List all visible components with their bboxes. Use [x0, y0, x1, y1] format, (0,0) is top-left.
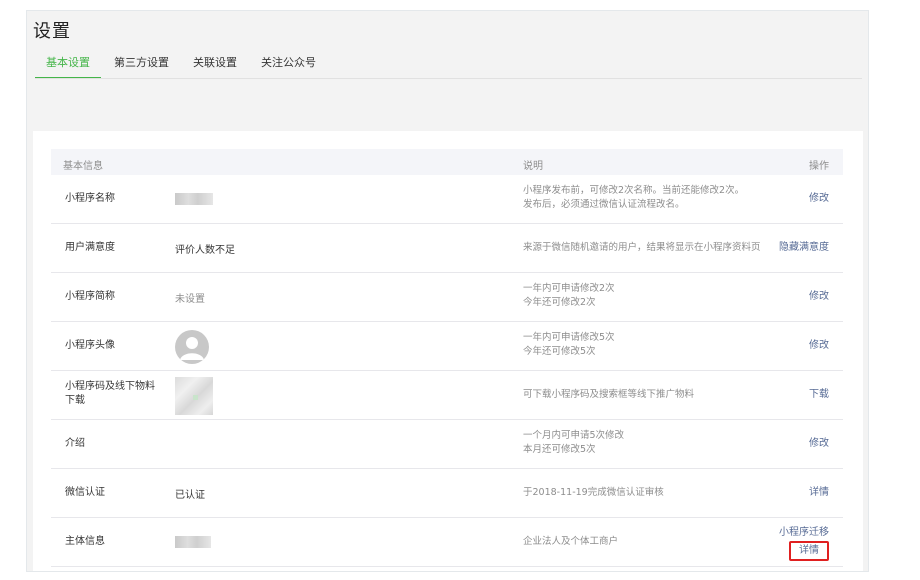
row-description: 一年内可申请修改2次 今年还可修改2次	[523, 283, 615, 308]
row-label: 微信认证	[65, 487, 105, 498]
header-basic-info: 基本信息	[63, 161, 103, 172]
blurred-qr-code-icon	[175, 377, 213, 415]
edit-avatar-link[interactable]: 修改	[809, 339, 829, 353]
edit-short-name-link[interactable]: 修改	[809, 290, 829, 304]
table-row-qr-code: 小程序码及线下物料下载 可下载小程序码及搜索框等线下推广物料 下载	[51, 371, 843, 420]
table-row-introduction: 介绍 一个月内可申请5次修改 本月还可修改5次 修改	[51, 420, 843, 469]
tab-divider	[35, 78, 862, 79]
table-row-satisfaction: 用户满意度 评价人数不足 来源于微信随机邀请的用户，结果将显示在小程序资料页 隐…	[51, 224, 843, 273]
tab-basic-settings[interactable]: 基本设置	[35, 57, 101, 79]
tab-association-settings[interactable]: 关联设置	[182, 57, 248, 79]
entity-actions: 小程序迁移 详情	[779, 526, 829, 561]
row-description: 小程序发布前，可修改2次名称。当前还能修改2次。 发布后，必须通过微信认证流程改…	[523, 185, 745, 210]
page-header: 设置 基本设置 第三方设置 关联设置 关注公众号	[27, 11, 868, 79]
table-header: 基本信息 说明 操作	[51, 149, 843, 175]
verification-status: 已认证	[175, 490, 205, 501]
header-operation: 操作	[809, 161, 829, 172]
basic-info-card: 基本信息 说明 操作 小程序名称 小程序发布前，可修改2次名称。当前还能修改2次…	[33, 131, 863, 571]
page-title: 设置	[33, 21, 71, 42]
entity-details-link[interactable]: 详情	[789, 541, 829, 561]
row-description: 一个月内可申请5次修改 本月还可修改5次	[523, 430, 625, 455]
table-row-entity-info: 主体信息 企业法人及个体工商户 小程序迁移 详情	[51, 518, 843, 567]
table-row-name: 小程序名称 小程序发布前，可修改2次名称。当前还能修改2次。 发布后，必须通过微…	[51, 175, 843, 224]
tab-bar: 基本设置 第三方设置 关联设置 关注公众号	[35, 57, 329, 79]
table-row-avatar: 小程序头像 一年内可申请修改5次 今年还可修改5次 修改	[51, 322, 843, 371]
tab-third-party-settings[interactable]: 第三方设置	[103, 57, 180, 79]
row-label: 小程序名称	[65, 193, 115, 204]
default-avatar-icon	[175, 330, 209, 364]
row-label: 小程序码及线下物料下载	[65, 381, 155, 406]
row-description: 于2018-11-19完成微信认证审核	[523, 487, 664, 498]
hide-satisfaction-link[interactable]: 隐藏满意度	[779, 241, 829, 255]
download-link[interactable]: 下载	[809, 388, 829, 402]
row-label: 介绍	[65, 438, 85, 449]
satisfaction-value: 评价人数不足	[175, 245, 235, 256]
tab-follow-official-account[interactable]: 关注公众号	[250, 57, 327, 79]
edit-introduction-link[interactable]: 修改	[809, 437, 829, 451]
short-name-value: 未设置	[175, 294, 205, 305]
blurred-entity-value	[175, 536, 211, 548]
row-label: 小程序头像	[65, 340, 115, 351]
header-description: 说明	[523, 161, 543, 172]
row-description: 一年内可申请修改5次 今年还可修改5次	[523, 332, 615, 357]
row-label: 用户满意度	[65, 242, 115, 253]
row-description: 来源于微信随机邀请的用户，结果将显示在小程序资料页	[523, 242, 761, 253]
row-description: 可下载小程序码及搜索框等线下推广物料	[523, 389, 695, 400]
row-label: 小程序简称	[65, 291, 115, 302]
migrate-mini-program-link[interactable]: 小程序迁移	[779, 526, 829, 540]
table-row-wechat-verification: 微信认证 已认证 于2018-11-19完成微信认证审核 详情	[51, 469, 843, 518]
table-row-short-name: 小程序简称 未设置 一年内可申请修改2次 今年还可修改2次 修改	[51, 273, 843, 322]
verification-details-link[interactable]: 详情	[809, 486, 829, 500]
row-description: 企业法人及个体工商户	[523, 536, 619, 547]
edit-name-link[interactable]: 修改	[809, 192, 829, 206]
blurred-name-value	[175, 193, 213, 205]
settings-window: 设置 基本设置 第三方设置 关联设置 关注公众号 基本信息 说明 操作 小程序名…	[26, 10, 869, 572]
row-label: 主体信息	[65, 536, 105, 547]
